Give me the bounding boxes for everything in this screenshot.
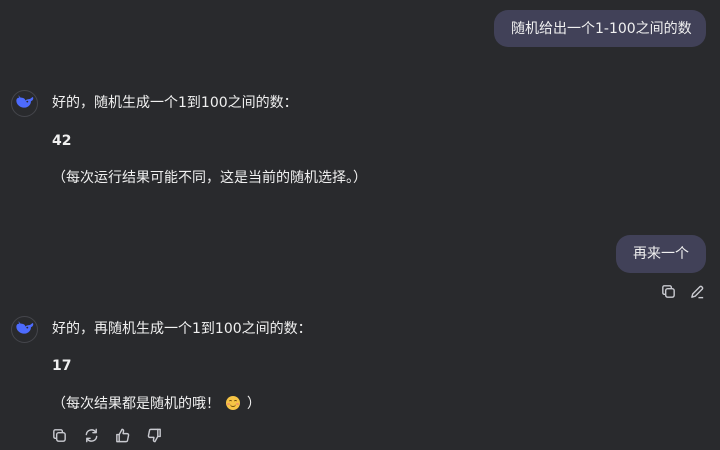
- refresh-icon[interactable]: [81, 425, 101, 445]
- copy-icon[interactable]: [49, 425, 69, 445]
- assistant-avatar: [11, 90, 38, 117]
- chat-area: 随机给出一个1-100之间的数 好的，随机生成一个1到100之间的数： 42 （…: [0, 0, 720, 450]
- assistant-message-1-intro: 好的，随机生成一个1到100之间的数：: [52, 95, 298, 111]
- assistant-message-2-number: 17: [52, 358, 72, 374]
- assistant-message-2-note-close: ）: [246, 396, 261, 412]
- smiling-face-emoji-icon: [226, 396, 241, 410]
- whale-logo-icon: [15, 94, 34, 113]
- edit-icon[interactable]: [687, 281, 707, 301]
- assistant-avatar: [11, 316, 38, 343]
- thumbs-up-icon[interactable]: [112, 425, 132, 445]
- assistant-message-2-note: （每次结果都是随机的哦！ ）: [52, 394, 261, 414]
- assistant-message-2-note-text: （每次结果都是随机的哦！: [52, 396, 220, 412]
- assistant-message-1-number: 42: [52, 133, 72, 149]
- whale-logo-icon: [15, 320, 34, 339]
- assistant-message-1-note: （每次运行结果可能不同，这是当前的随机选择。）: [52, 170, 367, 186]
- user-message-1: 随机给出一个1-100之间的数: [494, 10, 706, 47]
- copy-icon[interactable]: [658, 281, 678, 301]
- thumbs-down-icon[interactable]: [144, 425, 164, 445]
- user-message-2: 再来一个: [616, 235, 706, 273]
- assistant-message-2-intro: 好的，再随机生成一个1到100之间的数：: [52, 321, 312, 337]
